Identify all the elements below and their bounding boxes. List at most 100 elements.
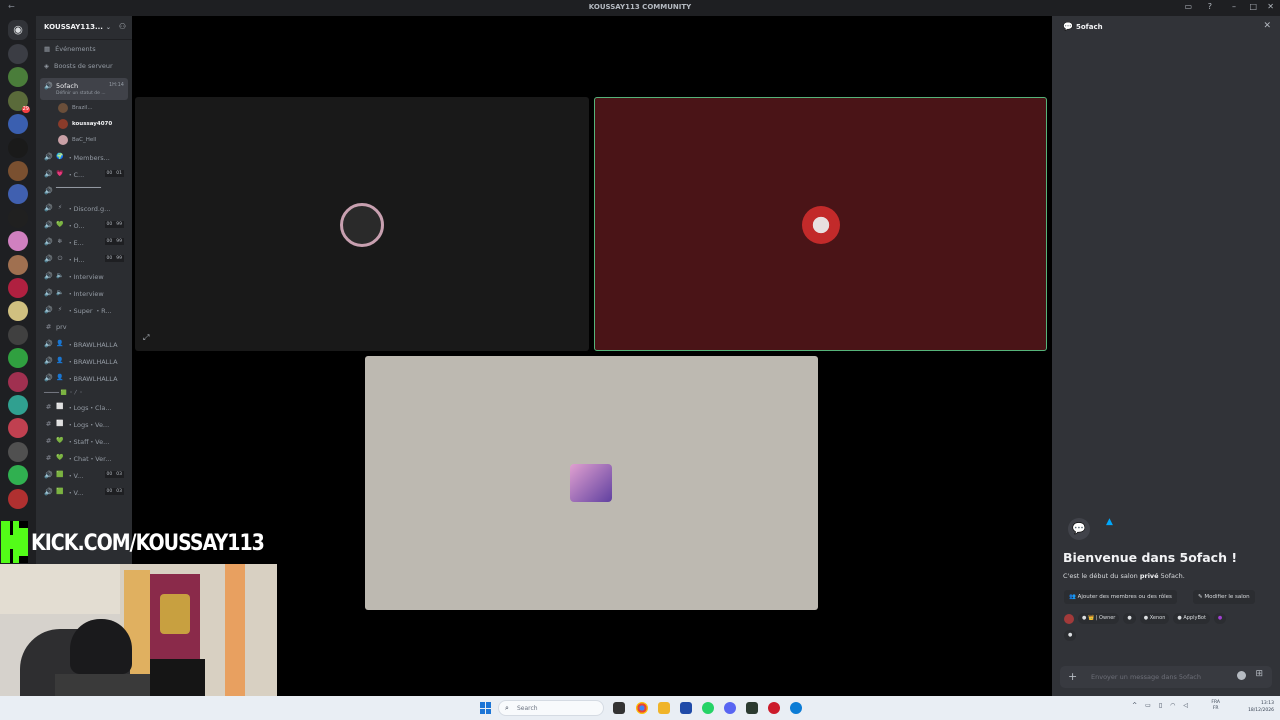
text-channel[interactable]: # ⬜ ・Logs・Ve... [36,415,132,432]
minimize-icon[interactable]: – [1232,2,1236,11]
voice-tile-2-speaking[interactable] [594,97,1047,351]
role-tag[interactable]: ● [1123,613,1136,624]
text-channel[interactable]: # 💚 ・Chat・Ver... [36,449,132,466]
battery-icon[interactable]: ▯ [1159,702,1162,709]
server-icon[interactable] [8,114,28,135]
menu-boosts[interactable]: ◈ Boosts de serveur [36,57,132,74]
opera-icon[interactable] [768,702,780,714]
voice-channel[interactable]: 🔊 ⚡ ・Discord.g... [36,199,132,216]
server-icon[interactable] [8,207,28,228]
taskbar-clock[interactable]: 13:13 18/12/2026 [1248,700,1274,714]
server-icon[interactable] [8,278,28,298]
channel-name: ━━━━━ 🟩 ・〳・ [44,389,84,396]
voice-channel[interactable]: 🔊 ❄ ・E... 00 99 [36,233,132,250]
network-icon[interactable]: ▭ [1145,702,1151,709]
voice-channel[interactable]: 🔊 💚 ・O... 00 99 [36,216,132,233]
role-tag[interactable]: ● ApplyBot [1173,613,1210,624]
voice-channel[interactable]: 🔊 👤 ・BRAWLHALLA [36,352,132,369]
server-icon[interactable] [8,184,28,205]
text-channel[interactable]: # prv [36,318,132,335]
server-icon[interactable] [8,161,28,181]
edge-icon[interactable] [790,702,802,714]
close-icon[interactable]: ✕ [1263,21,1271,31]
file-explorer-icon[interactable] [613,702,625,714]
server-icon[interactable] [8,395,28,415]
voice-channel[interactable]: 🔊 🌍 ・Members... [36,148,132,165]
server-icon[interactable] [8,465,28,486]
unread-badge: 29 [21,105,30,113]
taskbar-search[interactable]: ⌕ Search [498,700,604,716]
server-icon[interactable] [8,371,28,392]
voice-channel[interactable]: 🔊 💗 ・C... 00 01 [36,165,132,182]
language-indicator[interactable]: FRA FR [1211,700,1220,712]
apps-icon[interactable]: ⊞ [1255,669,1263,679]
server-icon[interactable] [8,488,28,509]
folder-icon[interactable] [658,702,670,714]
channel-status[interactable]: Définir un statut de ... [44,91,106,96]
voice-channel[interactable]: 🔊 ⏻ ・H... 00 99 [36,250,132,267]
menu-events[interactable]: ▦ Événements [36,40,132,57]
role-tag[interactable]: ● Xenon [1139,613,1170,624]
user-limit-badge: 00 99 [104,221,124,228]
role-tag[interactable]: ● 👑 | Owner [1078,613,1120,624]
whatsapp-icon[interactable] [702,702,714,714]
voice-user[interactable]: Brazil... [36,100,132,116]
server-icon[interactable] [8,301,28,322]
help-icon[interactable]: ? [1208,2,1212,11]
inbox-icon[interactable]: ▭ [1184,2,1192,11]
volume-icon[interactable]: ◁ [1183,702,1188,709]
voice-tile-3[interactable] [365,356,818,610]
wifi-icon[interactable]: ◠ [1170,702,1175,709]
channel-name: ・C... [67,170,85,179]
server-icon[interactable] [8,324,28,345]
channel-category[interactable]: ━━━━━ 🟩 ・〳・ [36,386,132,398]
channel-name: ・Logs・Cla... [67,403,112,412]
participant-avatar [570,464,612,502]
server-icon[interactable] [8,348,28,369]
popout-icon[interactable]: ⤢ [143,333,149,343]
voice-channel[interactable]: 🔊 🔈 ・Interview [36,284,132,301]
role-tag[interactable]: ● [1213,613,1227,624]
voice-channel[interactable]: 🔊 🟩 ・V... 00 03 [36,483,132,500]
message-input[interactable]: Envoyer un message dans 5ofach [1091,673,1201,681]
voice-channel[interactable]: 🔊 ⚡ ・Super ・R... [36,301,132,318]
close-window-icon[interactable]: ✕ [1267,2,1274,11]
calendar-app-icon[interactable] [680,702,692,714]
server-icon[interactable] [8,418,28,439]
discord-home-icon[interactable]: ◉ [8,20,28,40]
voice-channel[interactable]: 🔊 🟩 ・V... 00 03 [36,466,132,483]
voice-tile-1[interactable]: ⤢ [135,97,589,351]
channel-active-5ofach[interactable]: 🔊 5ofach Définir un statut de ... 1H:14 [40,78,128,100]
message-composer[interactable]: + Envoyer un message dans 5ofach ⊞ [1060,666,1272,688]
user-limit-badge: 00 01 [104,170,124,177]
windows-start-icon[interactable] [480,702,492,714]
voice-channel[interactable]: 🔊 👤 ・BRAWLHALLA [36,335,132,352]
guild-header[interactable]: KOUSSAY113... ⌄ ⚇ [36,16,132,40]
server-icon[interactable] [8,44,28,64]
voice-channel[interactable]: 🔊 👤 ・BRAWLHALLA [36,369,132,386]
voice-channel[interactable]: 🔊 ▔▔▔▔▔▔▔▔▔ [36,182,132,199]
obs-icon[interactable] [746,702,758,714]
text-channel[interactable]: # 💚 ・Staff・Ve... [36,432,132,449]
add-members-button[interactable]: 👥 Ajouter des membres ou des rôles [1064,590,1177,604]
server-icon[interactable] [8,67,28,88]
edit-channel-button[interactable]: ✎ Modifier le salon [1193,590,1255,604]
text-channel[interactable]: # ⬜ ・Logs・Cla... [36,398,132,415]
server-icon[interactable] [8,254,28,275]
role-tag[interactable]: ● [1064,630,1077,641]
emoji-icon[interactable] [1237,671,1246,680]
kick-logo-icon [1,521,28,563]
server-icon[interactable] [8,231,28,252]
maximize-icon[interactable]: □ [1249,2,1257,11]
discord-icon[interactable] [724,702,736,714]
server-icon[interactable]: 29 [8,90,30,113]
voice-channel[interactable]: 🔊 🔈 ・Interview [36,267,132,284]
invite-people-icon[interactable]: ⚇ [119,22,126,31]
voice-user[interactable]: BaC_Hell [36,132,132,148]
chrome-icon[interactable] [636,702,648,714]
chevron-up-icon[interactable]: ^ [1132,702,1137,709]
plus-icon[interactable]: + [1068,670,1077,683]
server-icon[interactable] [8,137,28,158]
server-icon[interactable] [8,441,28,462]
voice-user[interactable]: koussay4070 [36,116,132,132]
